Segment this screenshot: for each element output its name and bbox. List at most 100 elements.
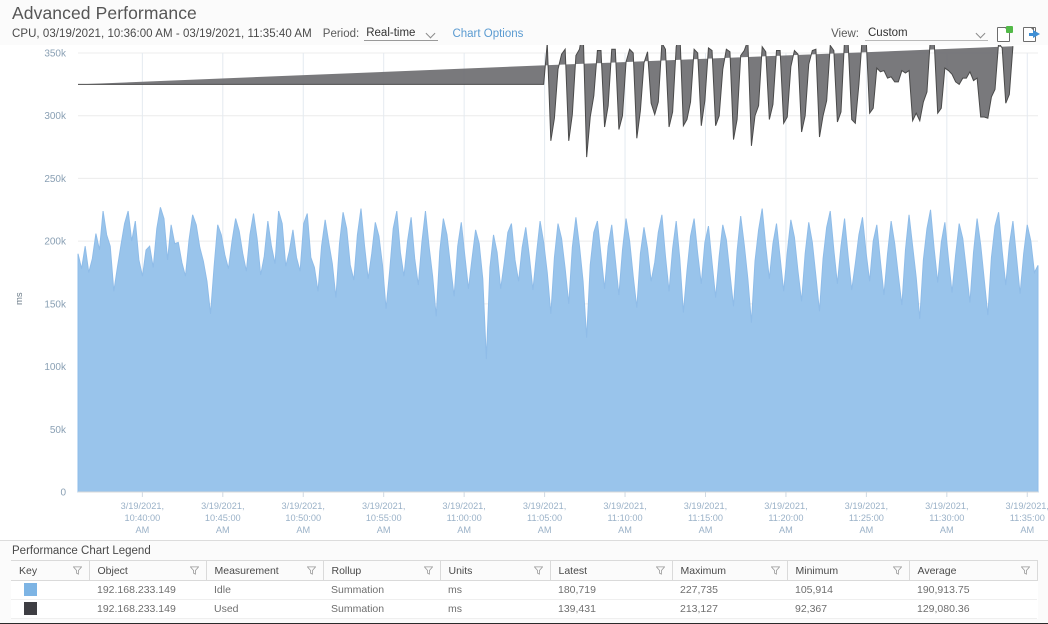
legend-col-label: Average: [917, 564, 957, 577]
legend-col-latest[interactable]: Latest: [550, 560, 673, 581]
legend-col-minimum[interactable]: Minimum: [787, 560, 910, 581]
series-color-swatch: [24, 602, 37, 615]
legend-cell-rollup: Summation: [323, 599, 440, 619]
series-area-idle[interactable]: [78, 207, 1038, 492]
performance-chart-legend-panel: Performance Chart Legend Key Object Measur…: [0, 540, 1048, 623]
x-axis-tick-label: AM: [618, 525, 632, 535]
x-axis-tick-label: 3/19/2021,: [684, 501, 727, 511]
view-label: View:: [831, 28, 859, 40]
x-axis-tick-label: 11:20:00: [768, 513, 803, 523]
legend-cell-object: 192.168.233.149: [89, 599, 206, 619]
legend-cell-object: 192.168.233.149: [89, 580, 206, 600]
filter-icon[interactable]: [1020, 566, 1030, 575]
page-title: Advanced Performance: [12, 3, 197, 23]
legend-cell-maximum: 227,735: [672, 580, 787, 600]
table-row[interactable]: 192.168.233.149 Used Summation ms 139,431 213…: [11, 599, 1037, 619]
green-badge: [1006, 26, 1013, 33]
table-row[interactable]: 192.168.233.149 Idle Summation ms 180,719 227…: [11, 580, 1037, 600]
legend-col-label: Minimum: [795, 564, 839, 577]
export-arrow-head: [1033, 30, 1040, 38]
legend-cell-rollup: Summation: [323, 580, 440, 600]
legend-cell-average: 129,080.36: [909, 599, 1037, 619]
performance-chart[interactable]: ms 0 50k 100k 150k 200k 250k 300k 350k 3/19/2021…: [0, 45, 1048, 540]
x-axis-tick-label: AM: [859, 525, 873, 535]
legend-col-measurement[interactable]: Measurement: [206, 560, 324, 581]
legend-col-label: Object: [97, 564, 128, 577]
filter-icon[interactable]: [189, 566, 199, 575]
chart-plot-area[interactable]: 0 50k 100k 150k 200k 250k 300k 350k 3/19/2021, 10…: [0, 45, 1048, 540]
chart-options-link[interactable]: Chart Options: [452, 28, 523, 40]
legend-col-key[interactable]: Key: [11, 560, 90, 581]
y-axis-tick-label: 200k: [44, 237, 67, 248]
legend-cell-minimum: 105,914: [787, 580, 909, 600]
export-chart-icon[interactable]: [1022, 26, 1040, 42]
x-axis-tick-label: 3/19/2021,: [845, 501, 888, 511]
legend-col-label: Latest: [558, 564, 588, 577]
legend-color-key: [11, 599, 89, 619]
x-axis-tick-label: AM: [940, 525, 954, 535]
x-axis-tick-label: AM: [296, 525, 310, 535]
period-dropdown[interactable]: Real-time: [364, 27, 439, 41]
advanced-performance-page: Advanced Performance CPU, 03/19/2021, 10…: [0, 0, 1048, 624]
legend-col-rollup[interactable]: Rollup: [323, 560, 441, 581]
y-axis-tick-label: 0: [60, 488, 66, 499]
legend-col-object[interactable]: Object: [89, 560, 207, 581]
x-axis-tick-label: 11:30:00: [929, 513, 964, 523]
x-axis-tick-label: AM: [538, 525, 552, 535]
y-axis-tick-label: 50k: [50, 425, 67, 436]
x-axis-tick-label: 3/19/2021,: [442, 501, 485, 511]
filter-icon[interactable]: [72, 566, 82, 575]
legend-cell-maximum: 213,127: [672, 599, 787, 619]
legend-cell-average: 190,913.75: [909, 580, 1037, 600]
y-axis-title: ms: [14, 292, 25, 305]
filter-icon[interactable]: [423, 566, 433, 575]
x-axis-tick-label: 11:15:00: [688, 513, 723, 523]
period-selected-value: Real-time: [366, 27, 416, 39]
x-axis-tick-label: 3/19/2021,: [603, 501, 646, 511]
page-header: Advanced Performance CPU, 03/19/2021, 10…: [0, 0, 1048, 46]
x-axis-tick-label: AM: [699, 525, 713, 535]
x-axis-tick-label: 3/19/2021,: [201, 501, 244, 511]
filter-icon[interactable]: [533, 566, 543, 575]
save-chart-icon[interactable]: [996, 26, 1014, 42]
legend-col-label: Rollup: [331, 564, 362, 577]
view-selected-value: Custom: [868, 27, 908, 39]
x-axis-tick-label: 3/19/2021,: [1006, 501, 1048, 511]
legend-col-units[interactable]: Units: [440, 560, 551, 581]
x-axis-tick-label: 10:55:00: [366, 513, 402, 523]
legend-cell-units: ms: [440, 599, 550, 619]
x-axis-tick-label: 3/19/2021,: [925, 501, 968, 511]
metric-time-range: CPU, 03/19/2021, 10:36:00 AM - 03/19/202…: [12, 28, 312, 40]
legend-col-label: Maximum: [680, 564, 727, 577]
legend-col-label: Measurement: [214, 564, 279, 577]
y-axis-tick-label: 150k: [44, 299, 67, 310]
x-axis-tick-label: 11:10:00: [607, 513, 642, 523]
x-axis-tick-label: 10:50:00: [285, 513, 321, 523]
legend-col-maximum[interactable]: Maximum: [672, 560, 788, 581]
filter-icon[interactable]: [655, 566, 665, 575]
legend-cell-measurement: Idle: [206, 580, 323, 600]
x-axis-tick-label: 3/19/2021,: [362, 501, 405, 511]
x-axis-tick-label: 3/19/2021,: [282, 501, 325, 511]
legend-table: Key Object Measurement Rollup Units Latest Max…: [11, 560, 1038, 619]
x-axis-tick-label: 10:40:00: [124, 513, 160, 523]
view-controls: View: Custom: [831, 26, 1040, 42]
legend-cell-latest: 180,719: [550, 580, 672, 600]
x-axis-tick-label: AM: [377, 525, 391, 535]
legend-col-average[interactable]: Average: [909, 560, 1038, 581]
x-axis-tick-label: 11:25:00: [849, 513, 884, 523]
legend-cell-units: ms: [440, 580, 550, 600]
x-axis-tick-label: 3/19/2021,: [121, 501, 164, 511]
chevron-down-icon: [427, 29, 436, 38]
x-axis-tick-label: AM: [457, 525, 471, 535]
chevron-down-icon: [977, 29, 986, 38]
period-label: Period:: [322, 28, 360, 40]
y-axis-tick-label: 350k: [44, 49, 67, 60]
filter-icon[interactable]: [892, 566, 902, 575]
x-axis-tick-label: 10:45:00: [205, 513, 241, 523]
filter-icon[interactable]: [306, 566, 316, 575]
filter-icon[interactable]: [770, 566, 780, 575]
view-dropdown[interactable]: Custom: [865, 27, 988, 41]
x-axis-tick-label: 11:05:00: [527, 513, 562, 523]
legend-cell-measurement: Used: [206, 599, 323, 619]
